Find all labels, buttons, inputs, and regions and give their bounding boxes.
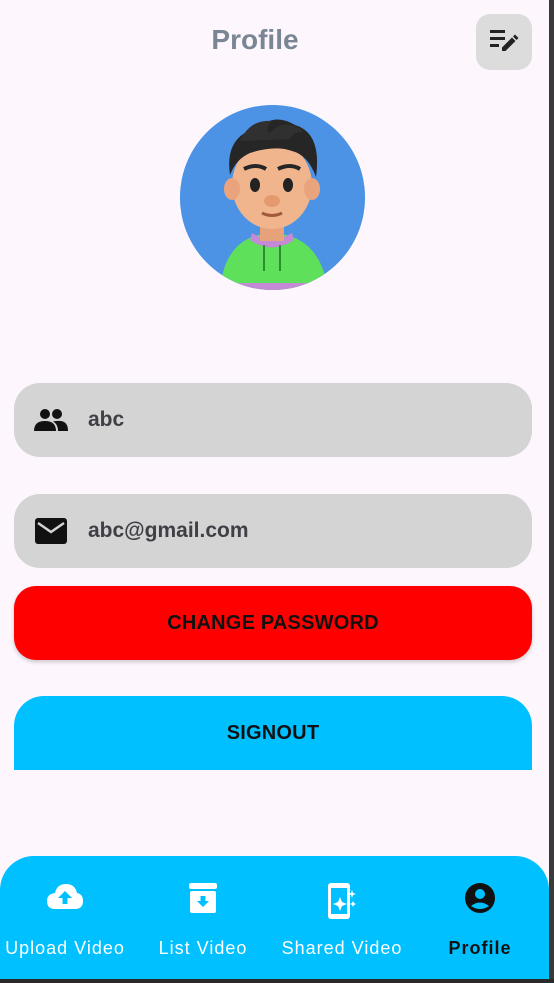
phone-sparkle-icon bbox=[273, 882, 411, 920]
window-edge-right bbox=[549, 0, 554, 983]
nav-label-list-video: List Video bbox=[158, 938, 248, 958]
people-icon bbox=[14, 408, 88, 432]
page-title: Profile bbox=[211, 24, 299, 55]
nav-item-profile[interactable]: Profile bbox=[411, 856, 549, 979]
account-circle-icon bbox=[411, 882, 549, 914]
mail-icon bbox=[14, 517, 88, 545]
change-password-button[interactable]: CHANGE PASSWORD bbox=[14, 586, 532, 660]
nav-item-shared-video[interactable]: Shared Video bbox=[273, 856, 411, 979]
username-value: abc bbox=[88, 408, 125, 431]
nav-label-shared-video: Shared Video bbox=[281, 938, 403, 958]
profile-screen: Profile abc abc@gmail.com CHANGE PASSWOR… bbox=[0, 0, 549, 979]
email-field[interactable]: abc@gmail.com bbox=[14, 494, 532, 568]
nav-item-upload-video[interactable]: Upload Video bbox=[0, 856, 134, 979]
window-edge-bottom bbox=[0, 979, 554, 983]
nav-item-list-video[interactable]: List Video bbox=[134, 856, 272, 979]
cloud-upload-icon bbox=[0, 882, 134, 910]
nav-label-upload-video: Upload Video bbox=[5, 938, 125, 958]
archive-icon bbox=[134, 882, 272, 914]
email-value: abc@gmail.com bbox=[88, 519, 249, 542]
signout-button[interactable]: SIGNOUT bbox=[14, 696, 532, 770]
username-field[interactable]: abc bbox=[14, 383, 532, 457]
edit-profile-button[interactable] bbox=[476, 14, 532, 70]
bottom-navigation: Upload Video List Video Shared Video Pro… bbox=[0, 856, 549, 979]
avatar[interactable] bbox=[180, 105, 365, 290]
edit-note-icon bbox=[489, 27, 519, 58]
nav-label-profile: Profile bbox=[448, 938, 512, 958]
